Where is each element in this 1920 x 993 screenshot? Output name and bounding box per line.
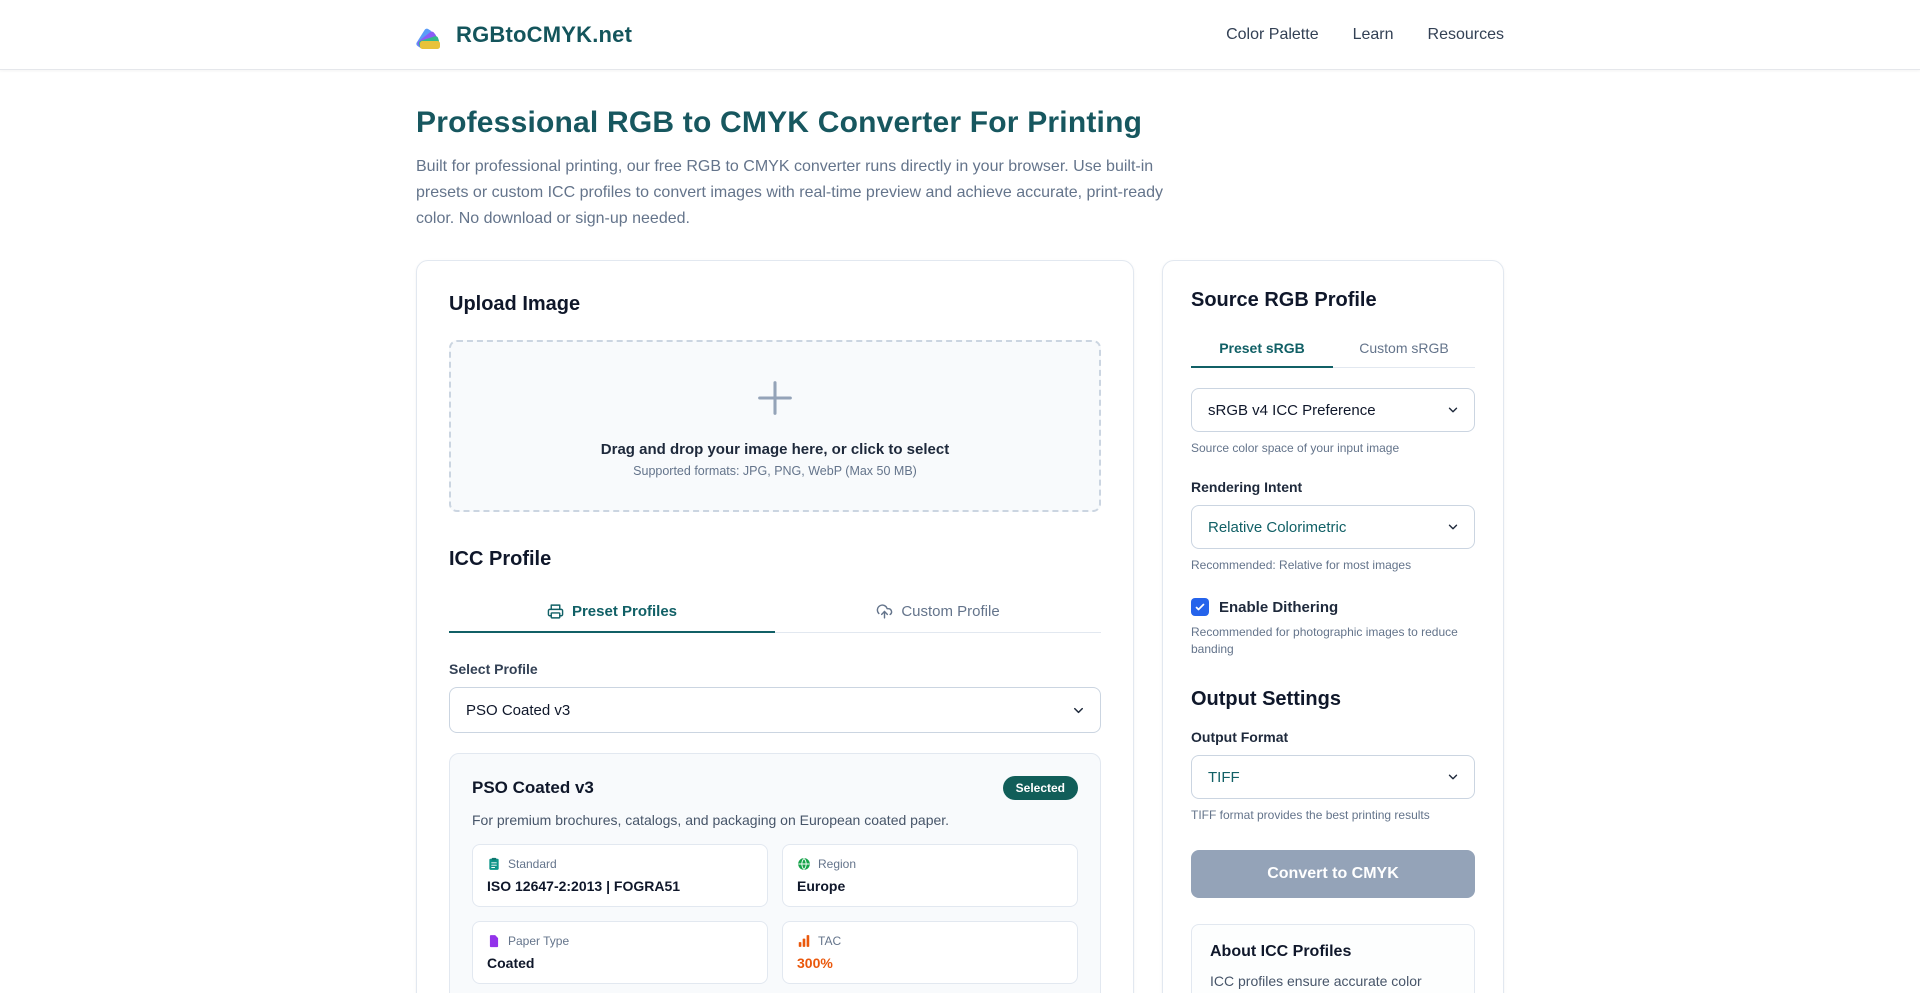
srgb-profile-hint: Source color space of your input image (1191, 440, 1475, 457)
nav-color-palette[interactable]: Color Palette (1226, 26, 1319, 44)
header: RGBtoCMYK.net Color Palette Learn Resour… (0, 0, 1920, 70)
brand-name: RGBtoCMYK.net (456, 22, 632, 48)
output-format-value: TIFF (1208, 769, 1240, 786)
tab-preset-srgb[interactable]: Preset sRGB (1191, 330, 1333, 368)
detail-tile-tac: TAC 300% (782, 921, 1078, 984)
tile-label-text: Standard (508, 857, 557, 871)
upload-section-title: Upload Image (449, 293, 1101, 316)
srgb-profile-value: sRGB v4 ICC Preference (1208, 402, 1376, 419)
converter-card: Upload Image Drag and drop your image he… (416, 260, 1134, 993)
dropzone-text: Drag and drop your image here, or click … (601, 441, 949, 458)
nav-resources[interactable]: Resources (1428, 26, 1504, 44)
output-settings-title: Output Settings (1191, 688, 1475, 711)
chevron-down-icon (1446, 520, 1460, 534)
chevron-down-icon (1446, 403, 1460, 417)
settings-card: Source RGB Profile Preset sRGB Custom sR… (1162, 260, 1504, 993)
rendering-intent-select[interactable]: Relative Colorimetric (1191, 505, 1475, 549)
profile-card-title: PSO Coated v3 (472, 778, 594, 798)
tile-value-text: Coated (487, 955, 753, 971)
dithering-checkbox[interactable] (1191, 598, 1209, 616)
selected-badge: Selected (1003, 776, 1078, 800)
rendering-intent-value: Relative Colorimetric (1208, 519, 1346, 536)
output-format-select[interactable]: TIFF (1191, 755, 1475, 799)
dropzone-hint: Supported formats: JPG, PNG, WebP (Max 5… (633, 464, 917, 478)
main-nav: Color Palette Learn Resources (1226, 26, 1504, 44)
detail-tile-paper-type: Paper Type Coated (472, 921, 768, 984)
tab-label: Preset Profiles (572, 603, 677, 620)
about-icc-text: ICC profiles ensure accurate color repro… (1210, 971, 1456, 993)
profile-select-value: PSO Coated v3 (466, 702, 570, 719)
dithering-row: Enable Dithering (1191, 598, 1475, 616)
image-dropzone[interactable]: Drag and drop your image here, or click … (449, 340, 1101, 512)
upload-cloud-icon (876, 603, 893, 620)
rendering-intent-label: Rendering Intent (1191, 479, 1475, 495)
bar-chart-icon (797, 934, 811, 948)
brand-logo[interactable]: RGBtoCMYK.net (416, 20, 632, 50)
rendering-intent-hint: Recommended: Relative for most images (1191, 557, 1475, 574)
detail-tile-region: Region Europe (782, 844, 1078, 907)
printer-icon (547, 603, 564, 620)
output-format-hint: TIFF format provides the best printing r… (1191, 807, 1475, 824)
convert-button[interactable]: Convert to CMYK (1191, 850, 1475, 898)
paper-icon (487, 934, 501, 948)
tile-label-text: TAC (818, 934, 841, 948)
tile-value-text: Europe (797, 878, 1063, 894)
globe-icon (797, 857, 811, 871)
clipboard-icon (487, 857, 501, 871)
detail-tile-standard: Standard ISO 12647-2:2013 | FOGRA51 (472, 844, 768, 907)
tab-preset-profiles[interactable]: Preset Profiles (449, 591, 775, 633)
icc-section-title: ICC Profile (449, 548, 1101, 571)
tile-value-text: ISO 12647-2:2013 | FOGRA51 (487, 878, 753, 894)
dithering-label[interactable]: Enable Dithering (1219, 599, 1338, 616)
dithering-hint: Recommended for photographic images to r… (1191, 624, 1475, 658)
tab-label: Custom sRGB (1359, 340, 1448, 356)
output-format-label: Output Format (1191, 729, 1475, 745)
source-rgb-tabs: Preset sRGB Custom sRGB (1191, 330, 1475, 368)
tile-label-text: Region (818, 857, 856, 871)
page-description: Built for professional printing, our fre… (416, 154, 1181, 232)
tab-custom-profile[interactable]: Custom Profile (775, 591, 1101, 633)
plus-icon (752, 375, 798, 421)
source-rgb-title: Source RGB Profile (1191, 289, 1475, 312)
chevron-down-icon (1071, 703, 1086, 718)
tile-value-text: 300% (797, 955, 1063, 971)
profile-detail-card: PSO Coated v3 Selected For premium broch… (449, 753, 1101, 993)
select-profile-label: Select Profile (449, 661, 1101, 677)
chevron-down-icon (1446, 770, 1460, 784)
nav-learn[interactable]: Learn (1353, 26, 1394, 44)
tile-label-text: Paper Type (508, 934, 569, 948)
tab-label: Custom Profile (901, 603, 999, 620)
profile-card-description: For premium brochures, catalogs, and pac… (472, 812, 1078, 828)
about-icc-card: About ICC Profiles ICC profiles ensure a… (1191, 924, 1475, 993)
tab-label: Preset sRGB (1219, 340, 1305, 356)
tab-custom-srgb[interactable]: Custom sRGB (1333, 330, 1475, 368)
about-icc-title: About ICC Profiles (1210, 943, 1456, 961)
color-fan-icon (416, 20, 446, 50)
profile-select[interactable]: PSO Coated v3 (449, 687, 1101, 733)
srgb-profile-select[interactable]: sRGB v4 ICC Preference (1191, 388, 1475, 432)
icc-tabs: Preset Profiles Custom Profile (449, 591, 1101, 633)
page-title: Professional RGB to CMYK Converter For P… (416, 106, 1504, 140)
